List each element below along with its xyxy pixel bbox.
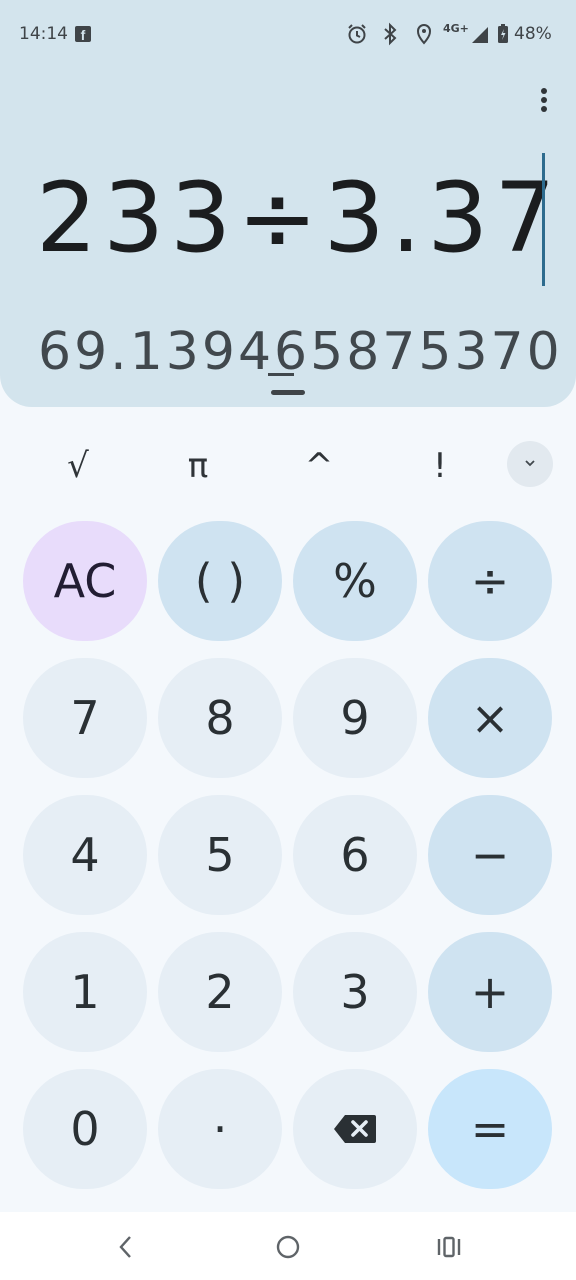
- digit-2-label: 2: [205, 965, 235, 1019]
- facebook-icon: f: [75, 26, 91, 43]
- plus-button[interactable]: +: [428, 932, 552, 1052]
- more-vert-icon[interactable]: [532, 86, 556, 118]
- chevron-down-icon: [525, 460, 535, 467]
- digit-4-label: 4: [70, 828, 100, 882]
- battery-icon: [496, 22, 510, 46]
- percent-label: %: [333, 554, 377, 608]
- calculator-screen: 14:14 f 4G+ 48% 233÷3.37 69.139465875370…: [0, 0, 576, 1280]
- clear-button[interactable]: AC: [23, 521, 147, 641]
- plus-label: +: [470, 965, 510, 1019]
- digit-0-button[interactable]: 0: [23, 1069, 147, 1189]
- status-time: 14:14: [19, 24, 68, 44]
- digit-0-label: 0: [70, 1102, 100, 1156]
- recents-icon[interactable]: [436, 1234, 462, 1260]
- multiply-button[interactable]: ×: [428, 658, 552, 778]
- multiply-label: ×: [470, 691, 510, 745]
- display-panel: 14:14 f 4G+ 48% 233÷3.37 69.139465875370: [0, 0, 576, 407]
- decimal-label: ·: [212, 1102, 228, 1156]
- divide-label: ÷: [470, 554, 510, 608]
- equals-label: =: [470, 1102, 510, 1156]
- home-icon[interactable]: [275, 1234, 301, 1260]
- divide-button[interactable]: ÷: [428, 521, 552, 641]
- digit-3-button[interactable]: 3: [293, 932, 417, 1052]
- digit-1-button[interactable]: 1: [23, 932, 147, 1052]
- parentheses-button[interactable]: ( ): [158, 521, 282, 641]
- backspace-icon: [334, 1115, 376, 1143]
- alarm-icon: [346, 22, 368, 46]
- signal-icon: [470, 22, 490, 46]
- result-preview: 69.139465875370: [38, 322, 563, 382]
- digit-9-label: 9: [340, 691, 370, 745]
- digit-3-label: 3: [340, 965, 370, 1019]
- equals-button[interactable]: =: [428, 1069, 552, 1189]
- result-digit-marker: [268, 373, 294, 376]
- factorial-button[interactable]: !: [400, 438, 480, 494]
- battery-percentage: 48%: [514, 24, 552, 44]
- digit-4-button[interactable]: 4: [23, 795, 147, 915]
- expand-button[interactable]: [507, 441, 553, 487]
- status-bar: 14:14 f 4G+ 48%: [0, 0, 576, 68]
- 4g-icon: 4G+: [443, 22, 469, 35]
- back-icon[interactable]: [116, 1234, 136, 1260]
- clear-label: AC: [53, 554, 117, 608]
- pi-button[interactable]: π: [158, 438, 238, 494]
- digit-7-button[interactable]: 7: [23, 658, 147, 778]
- digit-6-button[interactable]: 6: [293, 795, 417, 915]
- location-icon: [414, 22, 434, 46]
- digit-8-label: 8: [205, 691, 235, 745]
- expression-input[interactable]: 233÷3.37: [36, 158, 561, 278]
- minus-button[interactable]: −: [428, 795, 552, 915]
- digit-2-button[interactable]: 2: [158, 932, 282, 1052]
- drag-handle[interactable]: [271, 390, 305, 395]
- digit-6-label: 6: [340, 828, 370, 882]
- digit-9-button[interactable]: 9: [293, 658, 417, 778]
- decimal-button[interactable]: ·: [158, 1069, 282, 1189]
- bluetooth-icon: [380, 22, 400, 46]
- digit-5-button[interactable]: 5: [158, 795, 282, 915]
- sqrt-button[interactable]: √: [38, 438, 118, 494]
- power-button[interactable]: ^: [279, 438, 359, 494]
- navigation-bar: [0, 1212, 576, 1280]
- percent-button[interactable]: %: [293, 521, 417, 641]
- digit-1-label: 1: [70, 965, 100, 1019]
- minus-label: −: [470, 828, 510, 882]
- backspace-button[interactable]: [293, 1069, 417, 1189]
- digit-8-button[interactable]: 8: [158, 658, 282, 778]
- text-cursor: [542, 153, 545, 286]
- digit-7-label: 7: [70, 691, 100, 745]
- parentheses-label: ( ): [194, 554, 246, 608]
- digit-5-label: 5: [205, 828, 235, 882]
